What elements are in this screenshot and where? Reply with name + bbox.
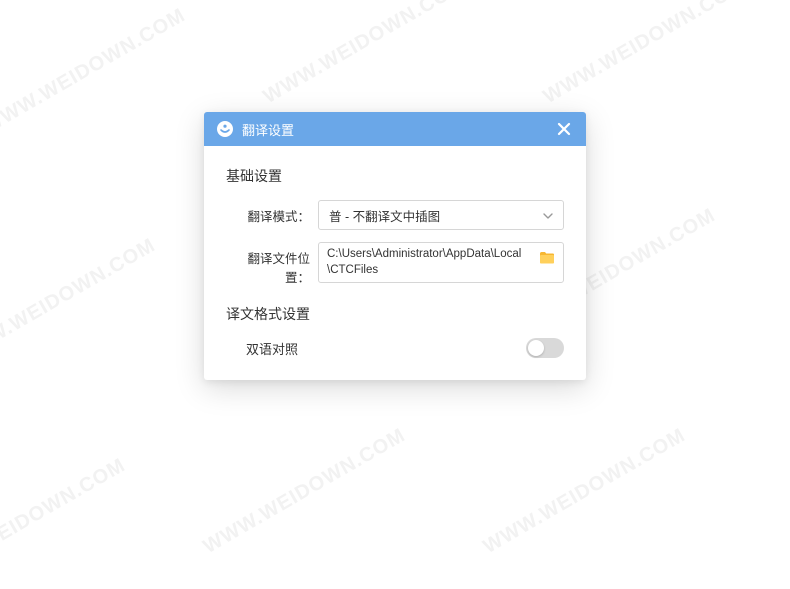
watermark: WWW.WEIDOWN.COM [0,234,160,369]
toggle-knob [528,340,544,356]
watermark: WWW.WEIDOWN.COM [540,0,750,109]
settings-dialog: 翻译设置 基础设置 翻译模式： 普 - 不翻译文中插图 翻译文件位置： C:\U… [204,112,586,380]
close-button[interactable] [554,119,574,139]
chevron-down-icon [543,208,553,222]
watermark: WWW.WEIDOWN.COM [0,4,190,139]
section-format-title: 译文格式设置 [226,304,564,324]
dialog-content: 基础设置 翻译模式： 普 - 不翻译文中插图 翻译文件位置： C:\Users\… [204,146,586,380]
path-label: 翻译文件位置： [226,242,318,286]
dialog-title: 翻译设置 [242,120,554,139]
watermark: WWW.WEIDOWN.COM [260,0,470,109]
mode-select[interactable]: 普 - 不翻译文中插图 [318,200,564,230]
titlebar: 翻译设置 [204,112,586,146]
watermark: WWW.WEIDOWN.COM [480,424,690,559]
section-basic-title: 基础设置 [226,166,564,186]
bilingual-label: 双语对照 [246,339,298,358]
path-input[interactable]: C:\Users\Administrator\AppData\Local\CTC… [318,242,564,283]
row-file-path: 翻译文件位置： C:\Users\Administrator\AppData\L… [226,242,564,286]
watermark: WWW.WEIDOWN.COM [0,454,130,589]
path-value: C:\Users\Administrator\AppData\Local\CTC… [327,247,555,278]
watermark: WWW.WEIDOWN.COM [200,424,410,559]
app-logo-icon [216,120,234,138]
mode-label: 翻译模式： [226,200,318,225]
row-translate-mode: 翻译模式： 普 - 不翻译文中插图 [226,200,564,230]
mode-select-value: 普 - 不翻译文中插图 [329,206,440,225]
row-bilingual: 双语对照 [226,338,564,358]
bilingual-toggle[interactable] [526,338,564,358]
browse-folder-button[interactable] [539,251,555,264]
